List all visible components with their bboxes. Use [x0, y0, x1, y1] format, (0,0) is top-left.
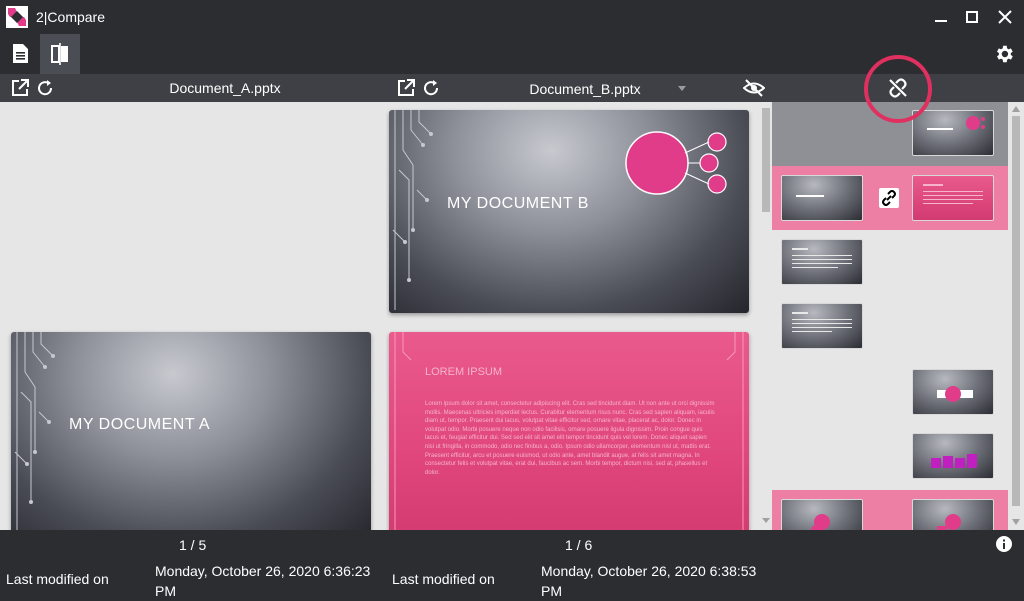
thumbnail-pane[interactable] — [772, 102, 1008, 530]
thumb-b-3[interactable] — [912, 369, 994, 415]
compare-icon — [51, 43, 68, 65]
close-icon — [998, 10, 1012, 24]
thumb-a-3[interactable] — [781, 303, 863, 349]
maximize-button[interactable] — [961, 6, 983, 28]
modified-label-a: Last modified on — [6, 571, 109, 587]
status-footer: Last modified on Monday, October 26, 202… — [0, 558, 1024, 600]
document-scrollbar[interactable] — [760, 102, 772, 530]
slide-a-1-title: MY DOCUMENT A — [69, 416, 211, 433]
minimize-icon — [935, 20, 947, 22]
compare-button[interactable] — [40, 34, 80, 74]
eye-off-icon — [743, 79, 765, 97]
slide-a-1[interactable]: MY DOCUMENT A — [11, 332, 371, 530]
open-external-icon — [12, 79, 29, 96]
chevron-down-icon — [678, 85, 686, 91]
thumb-b-1[interactable] — [912, 110, 994, 156]
document-a-panel[interactable]: MY DOCUMENT A — [0, 102, 386, 530]
thumbnail-scroll-thumb[interactable] — [1012, 116, 1020, 506]
refresh-icon — [424, 80, 439, 96]
thumb-graphic — [796, 195, 824, 197]
slide-b-2[interactable]: LOREM IPSUM Lorem ipsum dolor sit amet, … — [389, 332, 749, 530]
thumb-graphic — [792, 312, 852, 332]
slide-b-1-title: MY DOCUMENT B — [447, 195, 589, 212]
minimize-button[interactable] — [930, 6, 952, 28]
gear-icon — [997, 45, 1013, 63]
thumb-graphic — [927, 116, 985, 130]
modified-label-b: Last modified on — [392, 571, 495, 587]
circuit-decoration — [14, 332, 55, 530]
thumb-a-4[interactable] — [781, 499, 863, 530]
documents-icon — [13, 44, 28, 63]
page-bar: 1 / 5 1 / 6 — [0, 530, 1024, 558]
open-external-a-button[interactable] — [10, 78, 30, 98]
thumb-row-4[interactable] — [772, 294, 1008, 358]
link-icon — [882, 190, 896, 206]
slide-b-2-body: Lorem ipsum dolor sit amet, consectetur … — [425, 401, 715, 476]
slide-b-1[interactable]: MY DOCUMENT B — [389, 110, 749, 313]
thumb-graphic — [811, 514, 830, 530]
refresh-icon — [38, 80, 53, 96]
highlight-ring — [864, 55, 932, 123]
app-logo-icon — [6, 6, 28, 28]
link-button[interactable] — [879, 188, 899, 208]
documents-button[interactable] — [0, 34, 40, 74]
thumb-b-2[interactable] — [912, 175, 994, 221]
thumb-graphic — [937, 386, 973, 402]
open-external-icon — [398, 79, 415, 96]
thumb-graphic — [937, 514, 961, 530]
thumb-row-6[interactable] — [772, 422, 1008, 486]
thumb-graphic — [923, 184, 983, 204]
page-number-b: 1 / 6 — [565, 537, 593, 553]
thumb-graphic — [792, 248, 852, 268]
hide-button[interactable] — [742, 77, 766, 99]
reload-b-button[interactable] — [421, 78, 441, 98]
scroll-down-icon[interactable] — [760, 517, 772, 525]
scroll-up-icon[interactable] — [1012, 106, 1020, 112]
filename-a: Document_A.pptx — [169, 80, 281, 96]
thumb-row-3[interactable] — [772, 230, 1008, 294]
filename-b[interactable]: Document_B.pptx — [470, 81, 700, 97]
modified-value-a: Monday, October 26, 2020 6:36:23 PM — [155, 563, 371, 599]
thumb-b-5[interactable] — [912, 499, 994, 530]
scrollbar-thumb[interactable] — [762, 108, 770, 212]
pink-circles-graphic — [625, 131, 727, 195]
info-icon — [996, 536, 1012, 552]
maximize-icon — [966, 11, 978, 23]
thumb-row-5[interactable] — [772, 358, 1008, 422]
scroll-down-icon[interactable] — [1012, 519, 1020, 525]
info-button[interactable] — [996, 536, 1012, 552]
document-b-panel[interactable]: MY DOCUMENT B LOREM IPSUM Lorem ipsum do… — [386, 102, 760, 530]
modified-value-b: Monday, October 26, 2020 6:38:53 PM — [541, 563, 757, 599]
open-external-b-button[interactable] — [396, 78, 416, 98]
close-button[interactable] — [994, 6, 1016, 28]
thumb-row-7[interactable] — [772, 490, 1008, 530]
slide-b-2-title: LOREM IPSUM — [425, 366, 503, 378]
thumb-b-4[interactable] — [912, 433, 994, 479]
filename-b-dropdown[interactable] — [676, 82, 688, 94]
thumb-row-2[interactable] — [772, 166, 1008, 230]
title-bar: 2|Compare — [0, 0, 1024, 34]
circuit-decoration — [392, 110, 433, 310]
page-number-a: 1 / 5 — [179, 537, 207, 553]
settings-button[interactable] — [984, 34, 1024, 74]
thumb-a-2[interactable] — [781, 239, 863, 285]
thumb-a-1[interactable] — [781, 175, 863, 221]
reload-a-button[interactable] — [35, 78, 55, 98]
thumb-graphic — [931, 454, 977, 468]
thumbnail-scrollbar[interactable] — [1008, 102, 1024, 530]
app-title: 2|Compare — [36, 9, 106, 25]
